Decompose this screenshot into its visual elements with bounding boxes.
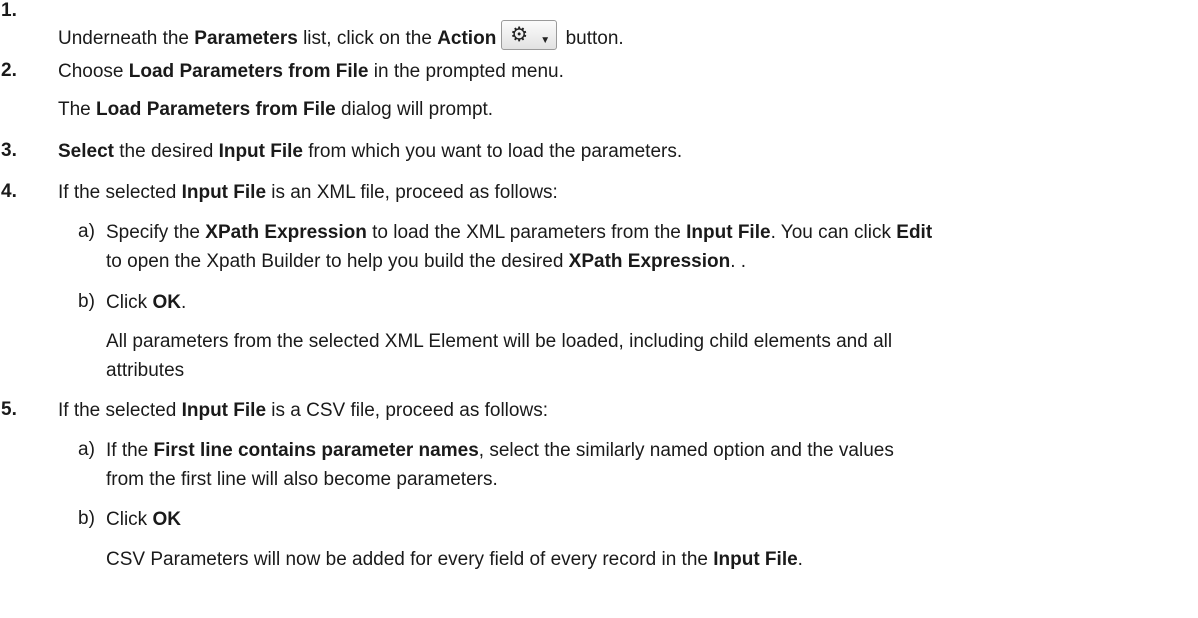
- edit-term: Edit: [896, 222, 933, 243]
- substep-text-continued: to open the Xpath Builder to help you bu…: [106, 251, 747, 272]
- substep-label: a): [78, 221, 95, 242]
- input-file-term: Input File: [713, 549, 798, 570]
- substep-result: All parameters from the selected XML Ele…: [106, 331, 893, 352]
- step-number: 2.: [1, 60, 17, 81]
- step-text: Underneath the Parameters list, click on…: [58, 20, 624, 51]
- step-result: The Load Parameters from File dialog wil…: [58, 99, 494, 120]
- input-file-term: Input File: [181, 182, 267, 203]
- action-button[interactable]: ⚙ ▼: [501, 20, 558, 50]
- xpath-expression-term: XPath Expression: [568, 251, 731, 272]
- substep-result-continued: attributes: [106, 360, 185, 381]
- substep-text-continued: from the first line will also become par…: [106, 469, 498, 490]
- input-file-term: Input File: [686, 222, 771, 243]
- parameters-term: Parameters: [194, 28, 298, 49]
- input-file-term: Input File: [181, 400, 267, 421]
- substep-text: Specify the XPath Expression to load the…: [106, 222, 933, 243]
- substep-text: If the First line contains parameter nam…: [106, 440, 894, 461]
- substep-label: b): [78, 291, 95, 312]
- substep-text: Click OK: [106, 509, 181, 530]
- substep-text: Click OK.: [106, 292, 187, 313]
- step-number: 3.: [1, 140, 17, 161]
- menu-item-term: Load Parameters from File: [128, 61, 369, 82]
- caret-down-icon: ▼: [540, 35, 551, 46]
- substep-label: b): [78, 508, 95, 529]
- step-text: If the selected Input File is a CSV file…: [58, 400, 548, 421]
- dialog-term: Load Parameters from File: [96, 99, 336, 120]
- first-line-option-term: First line contains parameter names: [153, 440, 479, 461]
- substep-result: CSV Parameters will now be added for eve…: [106, 549, 803, 570]
- ok-term: OK: [152, 292, 181, 313]
- substep-label: a): [78, 439, 95, 460]
- select-term: Select: [58, 141, 114, 162]
- gear-icon: ⚙: [510, 24, 529, 46]
- step-text: Select the desired Input File from which…: [58, 141, 683, 162]
- action-term: Action: [437, 28, 497, 49]
- step-text: Choose Load Parameters from File in the …: [58, 61, 564, 82]
- step-text: If the selected Input File is an XML fil…: [58, 182, 558, 203]
- step-number: 5.: [1, 399, 17, 420]
- ok-term: OK: [152, 509, 181, 530]
- input-file-term: Input File: [218, 141, 303, 162]
- step-number: 1.: [1, 0, 17, 21]
- step-number: 4.: [1, 181, 17, 202]
- xpath-expression-term: XPath Expression: [205, 222, 367, 243]
